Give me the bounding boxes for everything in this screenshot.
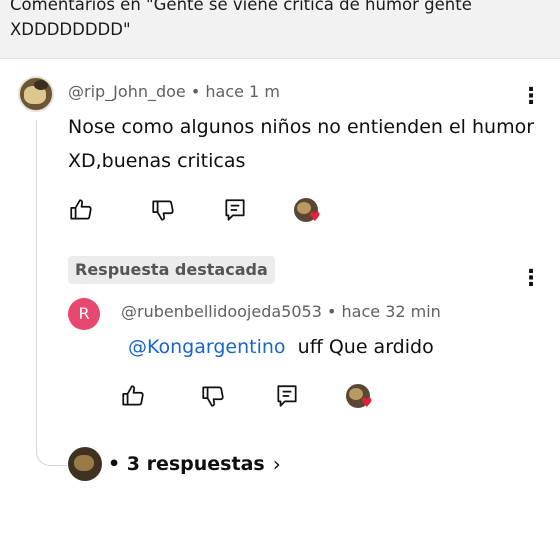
- thread-line: [36, 120, 67, 466]
- reply-creator-heart: ♥: [346, 384, 376, 412]
- more-vert-icon: ⋮: [520, 84, 542, 109]
- comments-header: Comentarios en "Gente se viene critica d…: [0, 0, 560, 59]
- replies-count: • 3 respuestas: [108, 453, 265, 475]
- reply-time: hace 32 min: [341, 302, 441, 321]
- mention-link[interactable]: @Kongargentino: [128, 336, 286, 358]
- more-vert-icon: ⋮: [520, 266, 542, 291]
- avatar[interactable]: [18, 76, 54, 112]
- more-options-button[interactable]: ⋮: [520, 86, 542, 108]
- creator-heart-icon: ♥: [361, 396, 373, 411]
- chevron-right-icon: ›: [272, 452, 281, 476]
- reply-icon: [225, 199, 245, 221]
- reply-button[interactable]: [222, 197, 248, 223]
- reply-meta: @rubenbellidoojeda5053 • hace 32 min: [121, 302, 441, 321]
- reply-more-options-button[interactable]: ⋮: [520, 268, 542, 290]
- view-replies-button[interactable]: • 3 respuestas ›: [68, 447, 281, 481]
- dislike-icon: [202, 386, 224, 407]
- creator-heart-icon: ♥: [309, 210, 321, 225]
- reply-text: uff Que ardido: [297, 336, 434, 358]
- reply-icon: [277, 385, 297, 407]
- comment-meta: @rip_John_doe • hace 1 m: [68, 82, 280, 101]
- dislike-icon: [152, 200, 174, 221]
- dislike-button[interactable]: [150, 197, 176, 223]
- reply-reply-button[interactable]: [274, 383, 300, 409]
- reply-text-line: @Kongargentino uff Que ardido: [128, 330, 548, 364]
- replier-avatar: [68, 447, 102, 481]
- like-icon: [70, 199, 92, 220]
- comment-time: hace 1 m: [205, 82, 280, 101]
- like-icon: [122, 385, 144, 406]
- reply-author[interactable]: @rubenbellidoojeda5053: [121, 302, 322, 321]
- reply-avatar[interactable]: R: [68, 298, 100, 330]
- reply-like-button[interactable]: [120, 383, 146, 409]
- comment-author[interactable]: @rip_John_doe: [68, 82, 186, 101]
- creator-heart: ♥: [294, 198, 324, 226]
- comment-text: Nose como algunos niños no entienden el …: [68, 116, 535, 172]
- like-button[interactable]: [68, 197, 94, 223]
- reply-dislike-button[interactable]: [200, 383, 226, 409]
- page-title: Comentarios en "Gente se viene critica d…: [10, 0, 472, 39]
- highlighted-reply-badge: Respuesta destacada: [68, 256, 275, 284]
